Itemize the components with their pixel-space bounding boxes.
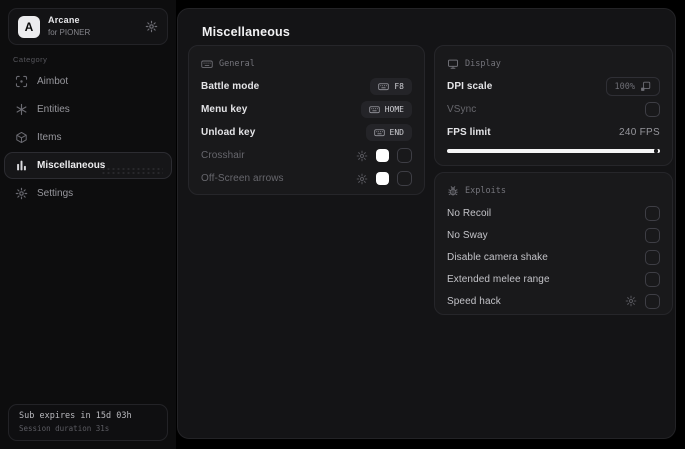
general-card-title: General xyxy=(219,59,255,69)
menu-key-keybind[interactable]: HOME xyxy=(360,101,412,118)
extended-melee-range-checkbox[interactable] xyxy=(645,271,660,287)
sidebar-item-label: Entities xyxy=(37,104,70,115)
vsync-label: VSync xyxy=(447,104,477,115)
extended-melee-range-label: Extended melee range xyxy=(447,273,550,285)
no-recoil-checkbox[interactable] xyxy=(645,205,660,221)
offscreen-arrows-row: Off-Screen arrows xyxy=(201,167,412,190)
items-box-icon xyxy=(15,131,28,144)
fps-limit-value: 240 FPS xyxy=(618,127,660,138)
fps-limit-slider[interactable] xyxy=(447,149,660,153)
exploits-card: Exploits No Recoil No Sway Disable camer… xyxy=(434,172,673,315)
vsync-row: VSync xyxy=(447,98,660,121)
sidebar-item-miscellaneous[interactable]: Miscellaneous xyxy=(4,152,172,179)
brand-name: Arcane xyxy=(48,15,80,26)
speed-hack-settings-gear-icon[interactable] xyxy=(625,295,637,307)
vsync-checkbox[interactable] xyxy=(645,102,660,117)
offscreen-arrows-checkbox[interactable] xyxy=(397,171,412,186)
disable-camera-shake-label: Disable camera shake xyxy=(447,251,548,263)
crosshair-label: Crosshair xyxy=(201,150,245,161)
fps-limit-label: FPS limit xyxy=(447,127,491,138)
dpi-scale-row: DPI scale 100% xyxy=(447,75,660,98)
sidebar-item-label: Aimbot xyxy=(37,76,69,87)
entities-icon xyxy=(15,103,28,116)
no-sway-row: No Sway xyxy=(447,224,660,246)
sub-expires-text: Sub expires in 15d 03h xyxy=(19,411,132,421)
exploits-card-title: Exploits xyxy=(465,186,506,196)
unload-key-row: Unload key END xyxy=(201,121,412,144)
sidebar: A Arcane for PIONER Category Aimbot Enti… xyxy=(0,0,176,449)
disable-camera-shake-checkbox[interactable] xyxy=(645,249,660,265)
crosshair-checkbox[interactable] xyxy=(397,148,412,163)
fps-limit-row: FPS limit 240 FPS xyxy=(447,121,660,144)
speed-hack-label: Speed hack xyxy=(447,295,501,307)
display-card-title: Display xyxy=(465,59,501,69)
sidebar-item-label: Items xyxy=(37,132,62,143)
general-card: General Battle mode F8 Menu key HOME Unl… xyxy=(188,45,425,195)
keybind-value: END xyxy=(389,128,404,137)
battle-mode-row: Battle mode F8 xyxy=(201,75,412,98)
subscription-info-box: Sub expires in 15d 03h Session duration … xyxy=(8,404,168,441)
display-card: Display DPI scale 100% VSync FPS limit 2… xyxy=(434,45,673,166)
session-duration-text: Session duration 31s xyxy=(19,424,110,433)
sidebar-item-settings[interactable]: Settings xyxy=(4,180,172,207)
fps-slider-knob[interactable] xyxy=(654,149,658,153)
keybind-value: HOME xyxy=(384,105,404,114)
menu-key-row: Menu key HOME xyxy=(201,98,412,121)
menu-key-label: Menu key xyxy=(201,104,248,115)
dpi-scale-select[interactable]: 100% xyxy=(605,77,660,96)
brand-logo: A xyxy=(18,15,40,38)
sidebar-item-label: Settings xyxy=(37,188,74,199)
monitor-icon xyxy=(447,58,459,70)
sidebar-item-aimbot[interactable]: Aimbot xyxy=(4,68,172,95)
crosshair-color-swatch[interactable] xyxy=(376,149,389,162)
sidebar-item-items[interactable]: Items xyxy=(4,124,172,151)
category-label: Category xyxy=(13,55,48,64)
brand-box: A Arcane for PIONER xyxy=(8,8,168,45)
no-sway-checkbox[interactable] xyxy=(645,227,660,243)
keyboard-icon xyxy=(201,58,213,70)
no-sway-label: No Sway xyxy=(447,229,488,241)
battle-mode-label: Battle mode xyxy=(201,81,260,92)
sidebar-nav: Aimbot Entities Items Miscellaneous Sett… xyxy=(4,68,172,208)
battle-mode-keybind[interactable]: F8 xyxy=(370,78,412,95)
sidebar-item-label: Miscellaneous xyxy=(37,160,106,171)
speed-hack-checkbox[interactable] xyxy=(645,293,660,309)
extended-melee-range-row: Extended melee range xyxy=(447,268,660,290)
brand-subtitle: for PIONER xyxy=(48,27,91,37)
no-recoil-row: No Recoil xyxy=(447,202,660,224)
no-recoil-label: No Recoil xyxy=(447,207,492,219)
aimbot-scan-icon xyxy=(15,75,28,88)
speed-hack-row: Speed hack xyxy=(447,290,660,312)
offscreen-arrows-settings-gear-icon[interactable] xyxy=(356,173,368,185)
bug-icon xyxy=(447,185,459,197)
page-title: Miscellaneous xyxy=(202,25,291,39)
unload-key-label: Unload key xyxy=(201,127,256,138)
main-panel: Miscellaneous General Battle mode F8 Men… xyxy=(177,8,676,439)
dpi-scale-value: 100% xyxy=(614,81,635,92)
crosshair-row: Crosshair xyxy=(201,144,412,167)
gear-icon xyxy=(15,187,28,200)
offscreen-arrows-label: Off-Screen arrows xyxy=(201,173,284,184)
brand-gear-icon[interactable] xyxy=(145,20,158,33)
offscreen-arrows-color-swatch[interactable] xyxy=(376,172,389,185)
unload-key-keybind[interactable]: END xyxy=(365,124,412,141)
keybind-value: F8 xyxy=(394,82,404,91)
disable-camera-shake-row: Disable camera shake xyxy=(447,246,660,268)
crosshair-settings-gear-icon[interactable] xyxy=(356,150,368,162)
dpi-scale-label: DPI scale xyxy=(447,81,493,92)
sidebar-item-entities[interactable]: Entities xyxy=(4,96,172,123)
misc-icon xyxy=(15,159,28,172)
